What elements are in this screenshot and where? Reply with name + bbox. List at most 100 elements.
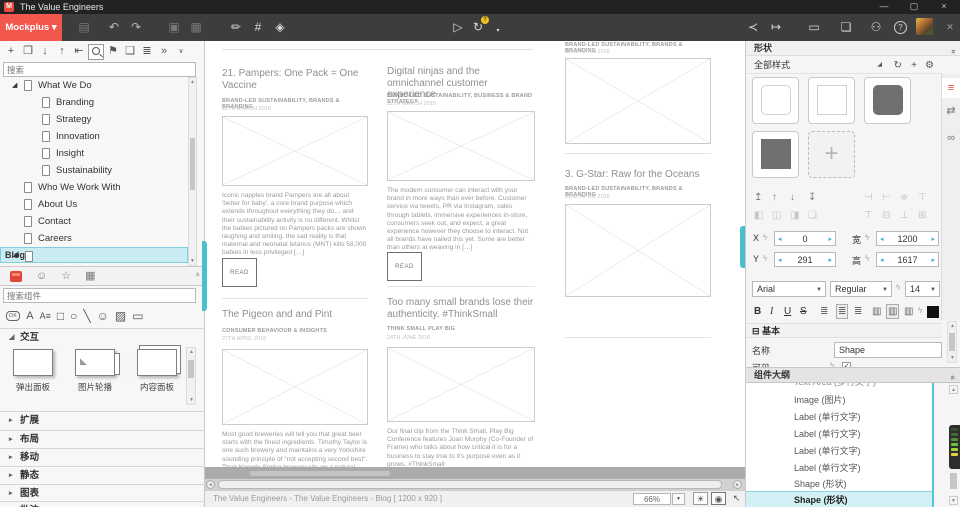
align-text-center-icon[interactable]: ≣ — [836, 304, 849, 319]
window-mode-icon[interactable]: ▭ — [806, 20, 822, 34]
section-annotations[interactable]: ▸批注 — [0, 501, 205, 507]
style-swatch-dark-rounded[interactable] — [864, 77, 911, 124]
color-lightning-icon[interactable]: ϟ — [918, 306, 922, 315]
preview-eye-icon[interactable]: ◉ — [711, 492, 726, 505]
share-icon[interactable]: ≺ — [745, 20, 761, 34]
textarea-component-icon[interactable]: A≡ — [40, 307, 51, 325]
align-right-icon[interactable]: ◨ — [790, 210, 799, 221]
fullscreen-icon[interactable]: ❏ — [838, 20, 854, 34]
wireframe-article[interactable]: The Pigeon and and Pint CONSUMER BEHAVIO… — [222, 309, 368, 467]
export-icon[interactable]: ↦ — [768, 20, 784, 34]
x-lightning-icon[interactable]: ϟ — [763, 233, 767, 242]
align-center-icon[interactable]: ◫ — [772, 210, 781, 221]
image-placeholder[interactable] — [222, 349, 368, 425]
font-family-select[interactable]: Arial ▼ — [752, 281, 826, 297]
list-view-icon[interactable]: ≣ — [139, 43, 155, 60]
grid-icon[interactable]: # — [250, 20, 266, 34]
expand-triangle-icon[interactable]: ◢ — [13, 248, 18, 262]
tree-item-who-we-work-with[interactable]: Who We Work With — [0, 179, 188, 196]
outline-header[interactable]: 组件大纲 « — [746, 367, 960, 383]
collapse-all-icon[interactable]: ∨ — [173, 43, 189, 60]
scrollbar-thumb[interactable] — [188, 360, 194, 378]
image-placeholder[interactable] — [387, 111, 535, 181]
wireframe-article[interactable]: BRAND-LED SUSTAINABILITY, BRANDS & BRAND… — [565, 42, 711, 146]
distribute-v-icon[interactable]: ≑ — [900, 192, 908, 203]
component-search-input[interactable] — [3, 288, 196, 303]
style-swatch-white-rounded[interactable] — [752, 77, 799, 124]
tab-favorites-icon[interactable]: ☆ — [61, 267, 71, 285]
component-content-panel[interactable]: 内容面板 — [134, 347, 180, 405]
circle-component-icon[interactable]: ○ — [70, 307, 77, 325]
styles-dropdown-icon[interactable]: ◢ — [877, 57, 882, 74]
image-placeholder[interactable] — [222, 116, 368, 186]
width-stepper[interactable]: ◂ 1200 ▸ — [876, 231, 939, 246]
brightness-icon[interactable]: ☀ — [693, 492, 708, 505]
properties-scrollbar[interactable]: ▲ ▼ — [947, 321, 957, 363]
right-splitter-handle[interactable] — [740, 226, 745, 268]
ungroup-icon[interactable]: ▦ — [188, 20, 204, 34]
increment-icon[interactable]: ▸ — [828, 256, 832, 265]
scrollbar-thumb[interactable] — [218, 480, 722, 489]
height-lightning-icon[interactable]: ϟ — [865, 254, 869, 263]
scroll-down-icon[interactable]: ▼ — [189, 257, 196, 265]
read-button[interactable]: READ — [222, 258, 257, 287]
distribute-right-icon[interactable]: ⊢ — [882, 192, 891, 203]
undo-icon[interactable]: ↶ — [106, 20, 122, 34]
bold-button[interactable]: B — [754, 304, 761, 320]
component-image-carousel[interactable]: 图片轮播 — [72, 347, 120, 405]
components-scrollbar[interactable]: ▲ ▼ — [186, 347, 196, 405]
format-painter-icon[interactable]: ✏ — [228, 20, 244, 34]
minimize-button[interactable]: — — [870, 0, 898, 14]
italic-button[interactable]: I — [770, 304, 773, 320]
underline-button[interactable]: U — [784, 304, 791, 320]
tab-screens-icon[interactable]: ▦ — [85, 267, 95, 285]
add-style-icon[interactable]: + — [911, 57, 917, 74]
tree-item-insight[interactable]: Insight — [0, 145, 188, 162]
refresh-dropdown-icon[interactable]: ▾ — [490, 24, 506, 38]
distribute-left-icon[interactable]: ⊣ — [864, 192, 873, 203]
increment-icon[interactable]: ▸ — [931, 256, 935, 265]
outline-item-selected[interactable]: Shape (形状) — [746, 491, 932, 507]
x-stepper[interactable]: ◂ 0 ▸ — [774, 231, 836, 246]
group-icon[interactable]: ▣ — [166, 20, 182, 34]
collapse-panel-icon[interactable]: « — [945, 49, 960, 53]
paint-bucket-icon[interactable]: ◈ — [272, 20, 288, 34]
font-lightning-icon[interactable]: ϟ — [896, 283, 900, 292]
basic-section-header[interactable]: ⊟ 基本 — [746, 323, 942, 338]
tree-item-what-we-do[interactable]: ◢ What We Do — [0, 77, 188, 94]
font-size-select[interactable]: 14 ▼ — [905, 281, 940, 297]
cursor-tool-icon[interactable]: ↖ — [729, 492, 744, 505]
align-group-icon[interactable]: ❏ — [808, 210, 817, 221]
scrollbar-thumb[interactable] — [190, 138, 195, 190]
scroll-right-icon[interactable]: ▸ — [733, 480, 742, 489]
scroll-up-icon[interactable]: ▲ — [949, 322, 956, 330]
more-icon[interactable]: » — [156, 43, 172, 60]
outline-item[interactable]: Text Area (多行文字) — [746, 383, 932, 390]
font-weight-select[interactable]: Regular ▼ — [830, 281, 892, 297]
increment-icon[interactable]: ▸ — [931, 235, 935, 244]
send-to-back-icon[interactable]: ↧ — [808, 192, 816, 203]
align-text-left-icon[interactable]: ≣ — [820, 304, 828, 320]
wireframe-article[interactable]: Too many small brands lose their authent… — [387, 297, 535, 467]
send-backward-icon[interactable]: ↓ — [790, 192, 795, 203]
left-splitter-handle[interactable] — [202, 241, 207, 311]
vertical-bottom-icon[interactable]: ▥ — [904, 304, 913, 320]
zoom-dropdown-icon[interactable]: ▼ — [672, 493, 685, 505]
strikethrough-button[interactable]: S — [800, 304, 807, 320]
bring-to-front-icon[interactable]: ↥ — [754, 192, 762, 203]
style-settings-icon[interactable]: ⚙ — [925, 57, 934, 74]
add-style-swatch[interactable]: + — [808, 131, 855, 178]
style-swatch-white-square[interactable] — [808, 77, 855, 124]
toolbar-close-icon[interactable]: ✕ — [942, 20, 958, 34]
close-button[interactable]: × — [930, 0, 958, 14]
tree-item-sustainability[interactable]: Sustainability — [0, 162, 188, 179]
line-component-icon[interactable]: ╲ — [83, 307, 90, 325]
collaborate-icon[interactable]: ⚇ — [868, 20, 884, 34]
text-color-swatch[interactable] — [927, 306, 939, 318]
align-text-right-icon[interactable]: ≣ — [854, 304, 862, 320]
label-component-icon[interactable]: A — [26, 307, 33, 325]
section-interaction[interactable]: ◢ 交互 — [0, 328, 205, 346]
expand-triangle-icon[interactable]: ◢ — [12, 77, 17, 94]
redo-icon[interactable]: ↷ — [128, 20, 144, 34]
y-stepper[interactable]: ◂ 291 ▸ — [774, 252, 836, 267]
